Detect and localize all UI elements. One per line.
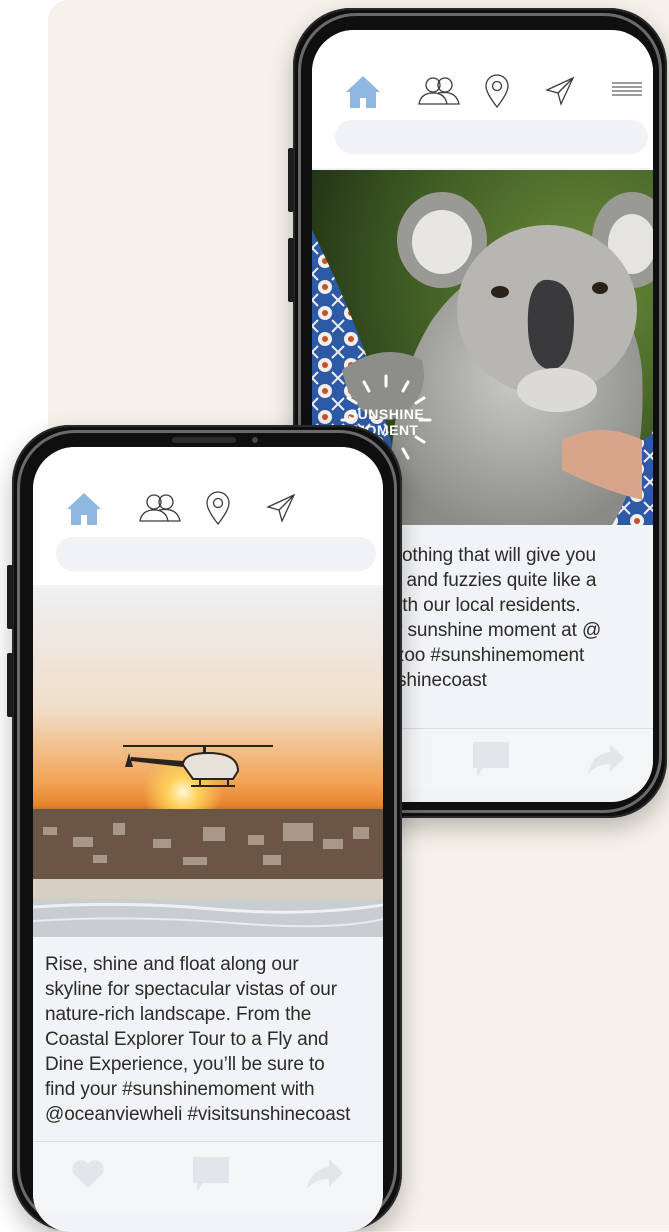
top-navigation xyxy=(33,447,383,585)
share-icon[interactable] xyxy=(307,1159,343,1189)
search-input[interactable] xyxy=(56,537,376,571)
home-icon[interactable] xyxy=(65,491,103,527)
friends-icon[interactable] xyxy=(137,493,183,523)
friends-icon[interactable] xyxy=(416,76,462,106)
comment-icon[interactable] xyxy=(473,742,509,776)
heart-icon[interactable] xyxy=(71,1159,105,1189)
phone-front: Rise, shine and float along our skyline … xyxy=(7,425,402,1232)
post-actions xyxy=(33,1143,383,1213)
search-input[interactable] xyxy=(335,120,648,154)
comment-icon[interactable] xyxy=(193,1157,229,1191)
post-caption: Rise, shine and float along our skyline … xyxy=(45,954,351,1125)
post-photo-helicopter xyxy=(33,587,383,937)
home-icon[interactable] xyxy=(344,74,382,110)
share-icon[interactable] xyxy=(588,744,624,774)
top-navigation xyxy=(312,30,653,168)
paper-plane-icon[interactable] xyxy=(545,76,575,106)
menu-icon[interactable] xyxy=(612,82,642,98)
screen-front: Rise, shine and float along our skyline … xyxy=(33,447,383,1232)
helicopter-sunrise-illustration xyxy=(33,587,383,937)
location-pin-icon[interactable] xyxy=(205,490,231,526)
paper-plane-icon[interactable] xyxy=(266,493,296,523)
location-pin-icon[interactable] xyxy=(484,73,510,109)
badge-line-1: SUNSHINE xyxy=(347,406,425,422)
